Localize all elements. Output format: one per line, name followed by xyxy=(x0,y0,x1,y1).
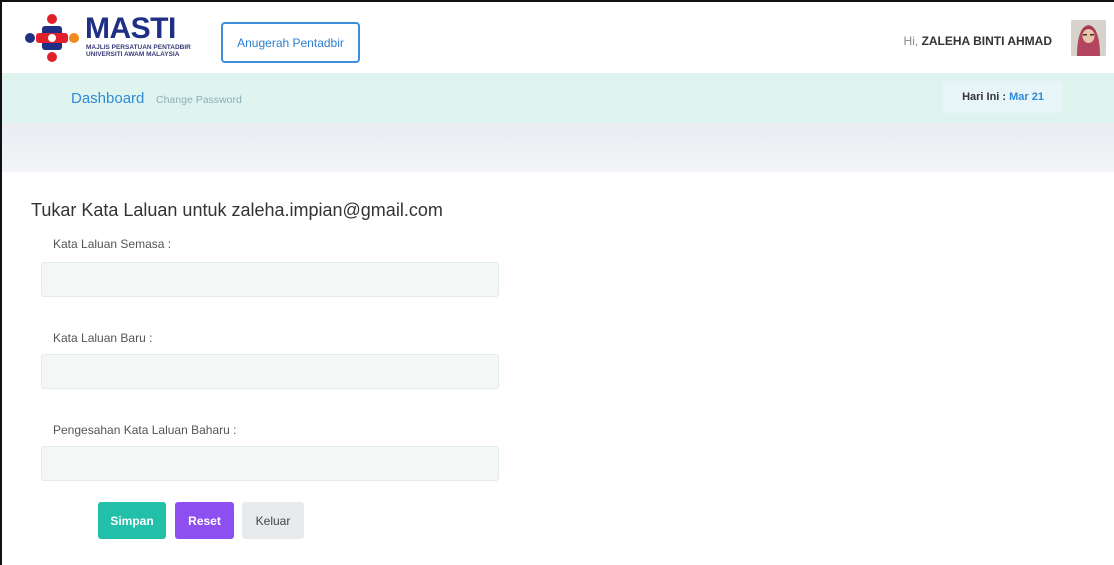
nav-dashboard-link[interactable]: Dashboard xyxy=(71,90,144,107)
nav-change-password-link[interactable]: Change Password xyxy=(156,94,242,106)
logo-subtitle-line1: MAJLIS PERSATUAN PENTADBIR xyxy=(86,44,191,51)
nav-bar: Dashboard Change Password Hari Ini : Mar… xyxy=(2,73,1114,123)
today-date-badge: Hari Ini : Mar 21 xyxy=(943,81,1063,113)
logo-subtitle-line2: UNIVERSITI AWAM MALAYSIA xyxy=(86,51,180,58)
date-label: Hari Ini : xyxy=(962,91,1007,103)
top-header: MASTI MAJLIS PERSATUAN PENTADBIR UNIVERS… xyxy=(2,2,1114,73)
masti-logo[interactable]: MASTI MAJLIS PERSATUAN PENTADBIR UNIVERS… xyxy=(22,13,212,63)
avatar-icon xyxy=(1071,20,1106,56)
exit-button[interactable]: Keluar xyxy=(242,502,304,539)
new-password-label: Kata Laluan Baru : xyxy=(53,331,153,345)
user-avatar[interactable] xyxy=(1071,20,1106,56)
logo-title: MASTI xyxy=(85,12,176,45)
header-divider-band xyxy=(2,123,1114,172)
user-greeting: Hi, ZALEHA BINTI AHMAD xyxy=(904,34,1052,48)
reset-button[interactable]: Reset xyxy=(175,502,234,539)
date-value: Mar 21 xyxy=(1009,91,1044,103)
anugerah-pentadbir-button[interactable]: Anugerah Pentadbir xyxy=(221,22,360,63)
user-name: ZALEHA BINTI AHMAD xyxy=(921,34,1052,48)
new-password-input[interactable] xyxy=(41,354,499,389)
current-password-input[interactable] xyxy=(41,262,499,297)
save-button[interactable]: Simpan xyxy=(98,502,166,539)
current-password-label: Kata Laluan Semasa : xyxy=(53,237,172,251)
confirm-password-input[interactable] xyxy=(41,446,499,481)
masti-logo-icon xyxy=(25,14,79,62)
confirm-password-label: Pengesahan Kata Laluan Baharu : xyxy=(53,423,237,437)
page-title: Tukar Kata Laluan untuk zaleha.impian@gm… xyxy=(31,200,443,220)
greeting-prefix: Hi, xyxy=(903,34,919,48)
logo-subtitle: MAJLIS PERSATUAN PENTADBIR UNIVERSITI AW… xyxy=(86,44,216,58)
